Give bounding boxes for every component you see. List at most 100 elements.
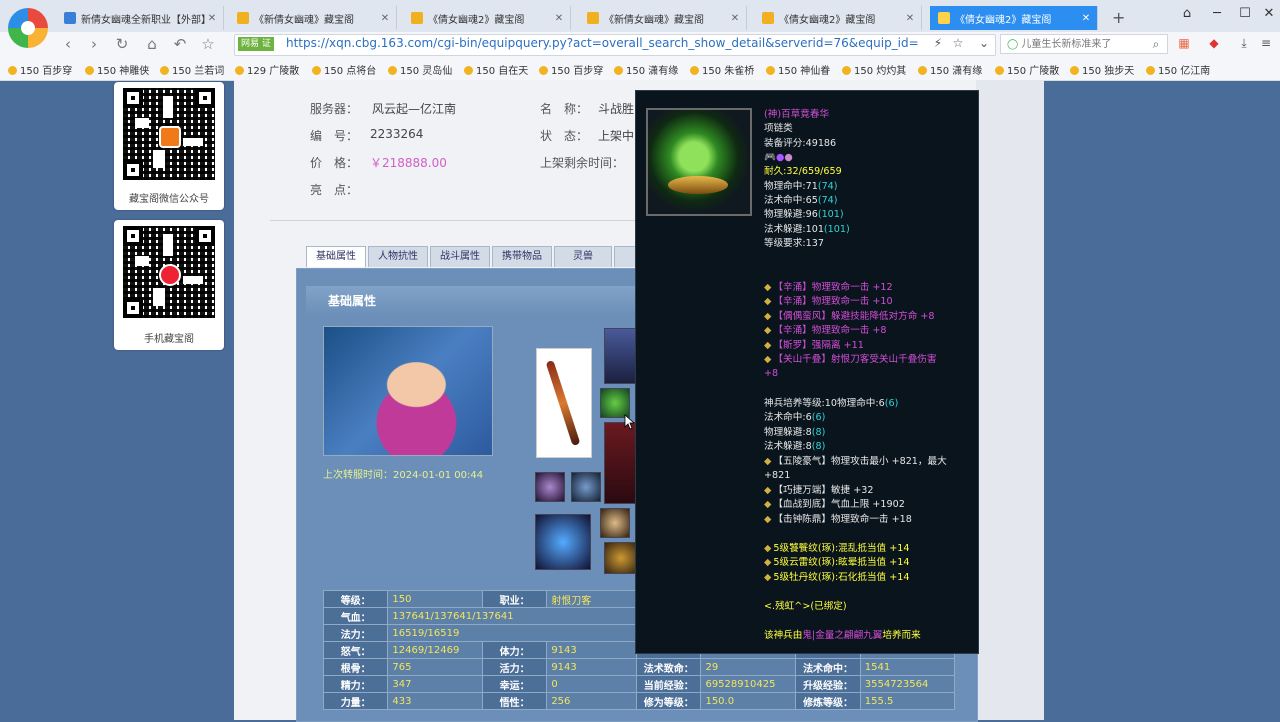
close-window-button[interactable]: ✕ — [1258, 6, 1280, 21]
skill-attr-text: 【血战到底】气血上限 +1902 — [773, 499, 905, 510]
tab-basic-attrs[interactable]: 基础属性 — [306, 246, 366, 267]
browser-logo-icon[interactable] — [8, 8, 48, 48]
back-button[interactable]: ‹ — [58, 35, 78, 53]
close-icon[interactable]: ✕ — [205, 13, 219, 24]
attr-line: 法术躲避:101(101) — [764, 223, 850, 238]
stat-key: 法术致命： — [636, 658, 702, 676]
attr-key: 法术命中:65 — [764, 195, 818, 206]
cultivate-bonus: (6) — [811, 412, 826, 423]
bookmark-item[interactable]: 150 百步穿 — [8, 62, 72, 77]
reload-icon[interactable]: ↻ — [112, 35, 132, 53]
stone-line: ◆ 5级饕餮纹(琢):混乱抵当值 +14 — [764, 543, 910, 554]
attr-key: 物理命中:71 — [764, 181, 818, 192]
download-icon[interactable]: ⤓ — [1234, 36, 1254, 51]
bookmark-item[interactable]: 150 广陵散 — [995, 62, 1059, 77]
bookmark-star-icon[interactable]: ☆ — [948, 36, 968, 50]
bookmark-item[interactable]: 150 自在天 — [464, 62, 528, 77]
bookmark-item[interactable]: 150 朱雀桥 — [690, 62, 754, 77]
cultivate-line: 物理躲避:8(8) — [764, 426, 825, 441]
game-icon[interactable]: ◆ — [1204, 36, 1224, 50]
home-icon[interactable]: ⌂ — [142, 35, 162, 53]
close-icon[interactable]: ✕ — [728, 13, 742, 24]
equip-slot[interactable] — [535, 514, 591, 570]
bookmark-item[interactable]: 150 神雕侠 — [85, 62, 149, 77]
browser-tab[interactable]: 《新倩女幽魂》藏宝阁 ✕ — [579, 6, 747, 30]
browser-tab[interactable]: 《新倩女幽魂》藏宝阁 ✕ — [229, 6, 397, 30]
equip-slot[interactable] — [604, 328, 638, 384]
equip-slot[interactable] — [600, 508, 630, 538]
url-text[interactable]: https://xqn.cbg.163.com/cgi-bin/equipque… — [286, 36, 926, 50]
weapon-slot[interactable] — [536, 348, 592, 458]
search-icon[interactable]: ⌕ — [1146, 37, 1166, 52]
table-row: 根骨： 765 活力： 9143 法术致命： 29 法术命中： 1541 — [322, 658, 956, 676]
attr-bonus: (101) — [817, 209, 844, 220]
tab-combat[interactable]: 战斗属性 — [430, 246, 490, 267]
name-label: 名 称： — [540, 102, 589, 116]
dropdown-icon[interactable]: ⌄ — [974, 36, 994, 50]
bookmark-item[interactable]: 150 点将台 — [312, 62, 376, 77]
minimize-button[interactable]: ─ — [1206, 6, 1228, 21]
bookmark-item[interactable]: 150 百步穿 — [539, 62, 603, 77]
armor-slot[interactable] — [604, 422, 638, 504]
bookmark-item[interactable]: 150 兰若词 — [160, 62, 224, 77]
special-attr: ◆ 【辛涌】物理致命一击 +12 — [764, 282, 893, 293]
search-placeholder: 儿童生长新标准来了 — [1021, 39, 1112, 50]
bookmark-item[interactable]: 150 潇有缘 — [614, 62, 678, 77]
wechat-qr-card: 藏宝阁微信公众号 — [114, 82, 224, 210]
menu-icon[interactable]: ≡ — [1256, 36, 1276, 50]
special-attr-text: 【辛涌】物理致命一击 +12 — [773, 282, 893, 293]
bookmark-item[interactable]: 150 灼灼其 — [842, 62, 906, 77]
equip-slot[interactable] — [571, 472, 601, 502]
tab-pets[interactable]: 灵兽 — [554, 246, 612, 267]
skill-attr: ◆ 【五陵豪气】物理攻击最小 +821，最大 — [764, 456, 947, 467]
qr-caption: 手机藏宝阁 — [144, 334, 194, 345]
browser-tab[interactable]: 《倩女幽魂2》藏宝阁 ✕ — [754, 6, 922, 30]
star-icon[interactable]: ☆ — [198, 35, 218, 53]
skill-attr: ◆ 【血战到底】气血上限 +1902 — [764, 499, 905, 510]
bookmark-item[interactable]: 150 神仙眷 — [766, 62, 830, 77]
security-badge: 网易 证 — [238, 37, 274, 51]
browser-tab[interactable]: 新倩女幽魂全新职业【外部】 ✕ — [56, 6, 224, 30]
special-attr: ◆ 【辛涌】物理致命一击 +10 — [764, 296, 893, 307]
close-icon[interactable]: ✕ — [1079, 13, 1093, 24]
stat-value: 137641/137641/137641 — [387, 607, 638, 625]
lightning-icon[interactable]: ⚡ — [928, 36, 948, 50]
cbg-icon — [587, 12, 599, 24]
cbg-logo-icon — [159, 264, 181, 286]
cultivate-line: 法术躲避:8(8) — [764, 440, 825, 455]
maximize-button[interactable]: ☐ — [1234, 6, 1256, 21]
attr-bonus: (74) — [817, 195, 838, 206]
equip-slot[interactable] — [604, 542, 638, 574]
close-icon[interactable]: ✕ — [552, 13, 566, 24]
search-input[interactable]: ◯ 儿童生长新标准来了 — [1000, 34, 1168, 54]
decorative-pattern — [976, 80, 1044, 720]
bookmark-item[interactable]: 150 灵岛仙 — [388, 62, 452, 77]
browser-tab[interactable]: 《倩女幽魂2》藏宝阁 ✕ — [403, 6, 571, 30]
equip-slot[interactable] — [535, 472, 565, 502]
stat-value: 0 — [546, 675, 638, 693]
stat-key: 幸运： — [481, 675, 548, 693]
new-tab-button[interactable]: + — [1112, 8, 1125, 27]
search-logo-icon: ◯ — [1007, 39, 1019, 50]
tab-resistance[interactable]: 人物抗性 — [368, 246, 428, 267]
stone-line: ◆ 5级牡丹纹(琢):石化抵当值 +14 — [764, 572, 910, 583]
bookmark-item[interactable]: 150 潇有缘 — [918, 62, 982, 77]
bookmark-item[interactable]: 129 广陵散 — [235, 62, 299, 77]
close-icon[interactable]: ✕ — [903, 13, 917, 24]
forward-button[interactable]: › — [84, 35, 104, 53]
close-icon[interactable]: ✕ — [378, 13, 392, 24]
attr-key: 物理躲避:96 — [764, 209, 818, 220]
apps-icon[interactable]: ▦ — [1174, 36, 1194, 50]
tab-more[interactable] — [614, 246, 636, 267]
bookmark-item[interactable]: 150 亿江南 — [1146, 62, 1210, 77]
shirt-icon[interactable]: ⌂ — [1176, 6, 1198, 21]
undo-icon[interactable]: ↶ — [170, 35, 190, 53]
browser-tab-active[interactable]: 《倩女幽魂2》藏宝阁 ✕ — [930, 6, 1098, 30]
tab-title: 新倩女幽魂全新职业【外部】 — [81, 14, 205, 26]
cbg-icon — [411, 12, 423, 24]
cultivate-bonus: (6) — [884, 398, 899, 409]
tab-items[interactable]: 携带物品 — [492, 246, 552, 267]
cultivate-key: 法术命中:6 — [764, 412, 812, 423]
attr-key: 法术躲避:101 — [764, 224, 824, 235]
bookmark-item[interactable]: 150 独步天 — [1070, 62, 1134, 77]
